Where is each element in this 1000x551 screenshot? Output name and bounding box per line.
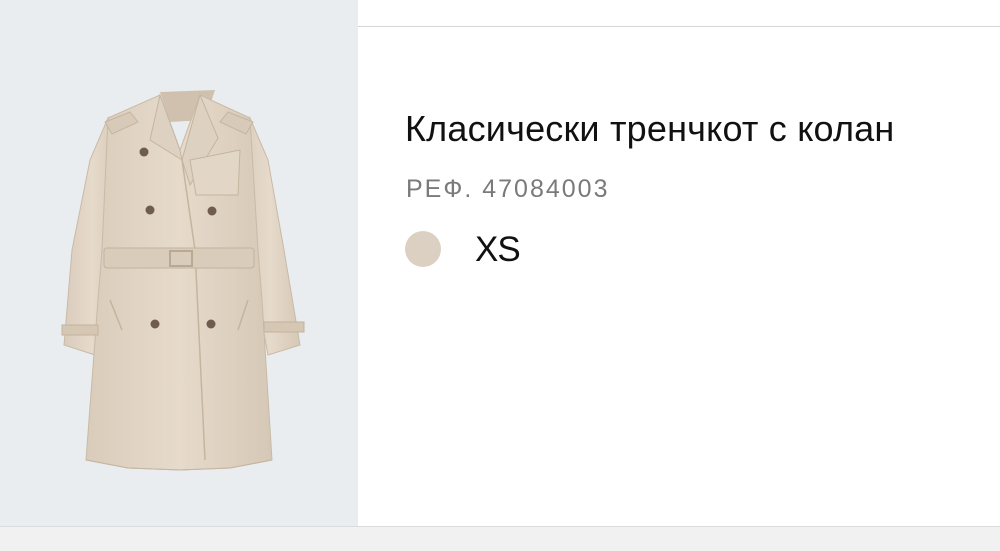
bottom-bar [0,526,1000,551]
color-swatch[interactable] [405,231,441,267]
size-label: XS [475,230,521,269]
top-divider [358,26,1000,27]
trench-coat-image [61,90,305,471]
product-image-panel[interactable] [0,0,358,526]
product-title: Класически тренчкот с колан [405,108,895,149]
product-reference: РЕФ. 47084003 [406,175,610,203]
